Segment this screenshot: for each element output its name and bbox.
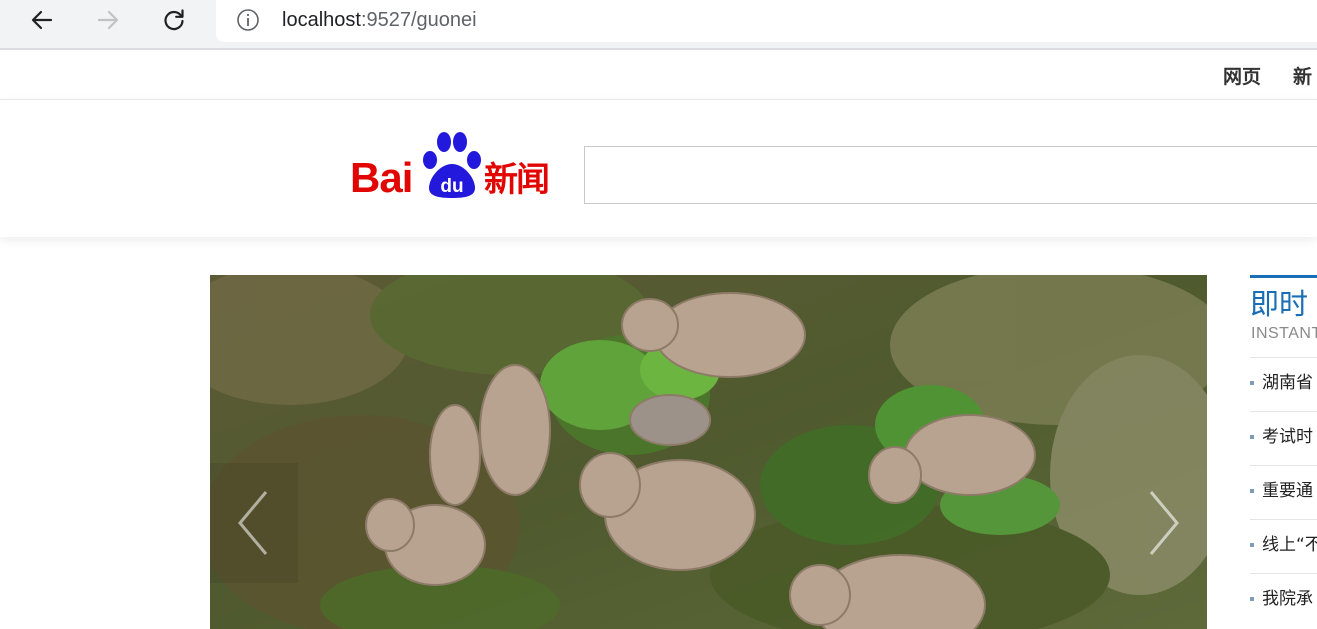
nav-item-webpage[interactable]: 网页 [1223,62,1261,89]
carousel-image[interactable] [210,275,1207,629]
url-host: localhost [282,9,361,31]
logo-xinwen-text: 新闻 [484,160,550,200]
nav-item-news[interactable]: 新 [1293,62,1312,89]
carousel-next-button[interactable] [1119,463,1207,583]
browser-toolbar: localhost:9527/guonei [0,0,1317,50]
url-text[interactable]: localhost:9527/guonei [282,6,477,34]
news-item-title[interactable]: 湖南省 [1262,370,1313,396]
baidu-paw-icon: du [423,132,481,198]
address-bar[interactable]: localhost:9527/guonei [216,0,1317,42]
bullet-icon [1250,597,1254,601]
bullet-icon [1250,381,1254,385]
forward-button[interactable] [92,6,124,34]
baidu-news-logo[interactable]: Bai du 新闻 [350,130,560,200]
panel-title: 即时 [1250,287,1309,321]
carousel-prev-button[interactable] [210,463,298,583]
news-item[interactable]: 我院承 [1250,573,1317,628]
chevron-right-icon [1149,491,1179,555]
news-item-title[interactable]: 考试时 [1262,424,1313,450]
bullet-icon [1250,543,1254,547]
news-item-title[interactable]: 线上“不 [1262,532,1317,558]
bullet-icon [1250,489,1254,493]
back-button[interactable] [26,6,58,34]
info-icon[interactable] [236,8,260,32]
back-arrow-icon [31,10,53,30]
chevron-left-icon [238,491,268,555]
reload-icon [164,9,184,31]
search-input[interactable] [584,146,1317,204]
news-item-title[interactable]: 重要通 [1262,478,1313,504]
site-header: Bai du 新闻 [0,100,1317,237]
news-item[interactable]: 重要通 [1250,465,1317,520]
logo-bai-text: Bai [350,154,413,201]
news-item-title[interactable]: 我院承 [1262,586,1313,612]
news-carousel[interactable] [210,275,1207,629]
instant-news-panel: 即时 INSTANT 湖南省 考试时 重要通 线上“不 我院承 [1250,275,1317,629]
top-navigation: 网页 新 [0,50,1317,100]
url-path: :9527/guonei [360,9,477,31]
news-item[interactable]: 线上“不 [1250,519,1317,574]
panel-accent-bar [1250,275,1317,278]
news-item[interactable]: 湖南省 [1250,357,1317,412]
forward-arrow-icon [97,10,119,30]
logo-du-text: du [440,176,463,197]
bullet-icon [1250,435,1254,439]
reload-button[interactable] [158,6,190,34]
panel-subtitle: INSTANT [1251,325,1317,342]
news-item[interactable]: 考试时 [1250,411,1317,466]
